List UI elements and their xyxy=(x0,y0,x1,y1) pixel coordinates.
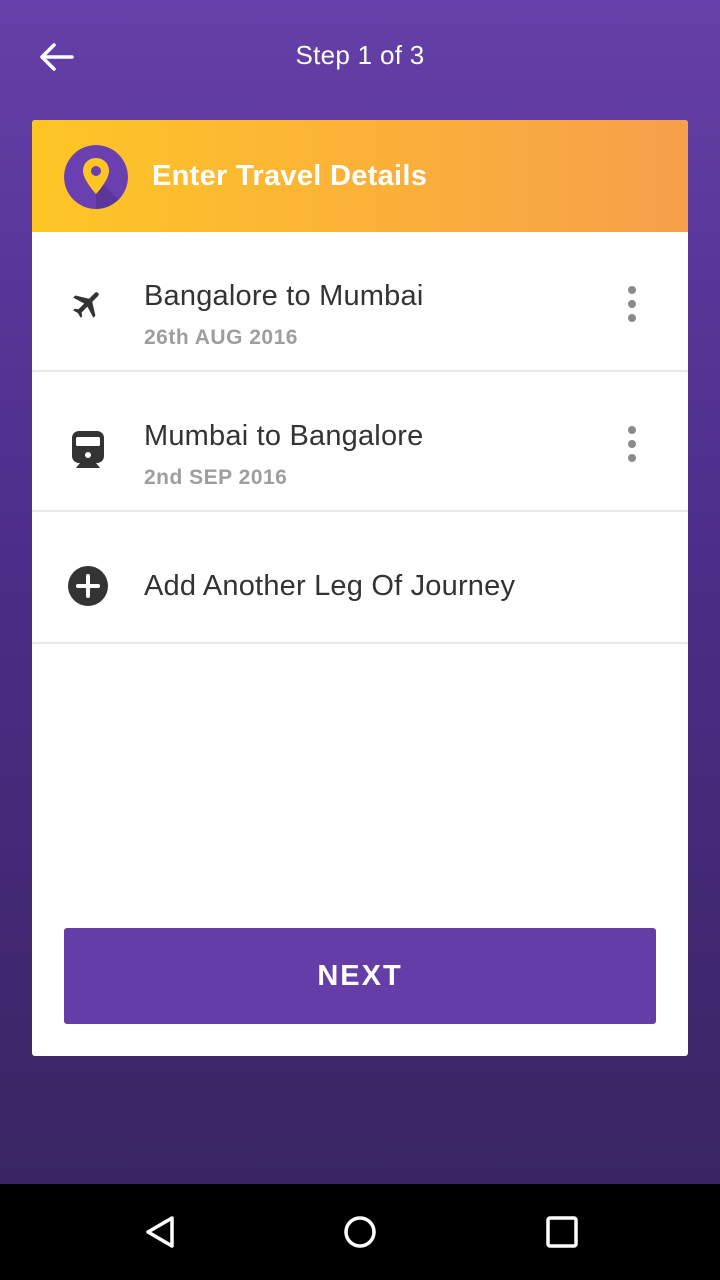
app-screen: Step 1 of 3 Enter Travel Details Bangalo… xyxy=(0,0,720,1184)
circle-home-icon xyxy=(344,1216,376,1248)
card-title: Enter Travel Details xyxy=(152,160,428,192)
leg-date: 2nd SEP 2016 xyxy=(144,466,288,489)
leg-route: Bangalore to Mumbai xyxy=(144,280,424,312)
nav-home-button[interactable] xyxy=(336,1208,384,1256)
nav-back-button[interactable] xyxy=(136,1208,184,1256)
more-options-icon[interactable] xyxy=(616,280,648,328)
airplane-icon xyxy=(68,284,108,324)
card-header: Enter Travel Details xyxy=(32,120,688,232)
leg-route: Mumbai to Bangalore xyxy=(144,420,424,452)
add-leg-row[interactable]: Add Another Leg Of Journey xyxy=(32,528,688,644)
more-options-icon[interactable] xyxy=(616,420,648,468)
next-button[interactable]: NEXT xyxy=(64,928,656,1024)
journey-leg-row[interactable]: Mumbai to Bangalore 2nd SEP 2016 xyxy=(32,372,688,512)
system-nav-bar xyxy=(0,1184,720,1280)
travel-details-card: Enter Travel Details Bangalore to Mumbai… xyxy=(32,120,688,1056)
train-icon xyxy=(68,430,108,470)
step-indicator: Step 1 of 3 xyxy=(295,40,425,70)
square-recents-icon xyxy=(546,1216,578,1248)
nav-recents-button[interactable] xyxy=(538,1208,586,1256)
top-bar: Step 1 of 3 xyxy=(0,0,720,118)
location-pin-icon xyxy=(64,145,128,209)
plus-circle-icon xyxy=(68,566,108,606)
triangle-back-icon xyxy=(146,1216,174,1248)
add-leg-label: Add Another Leg Of Journey xyxy=(144,570,516,602)
leg-date: 26th AUG 2016 xyxy=(144,326,298,349)
journey-leg-row[interactable]: Bangalore to Mumbai 26th AUG 2016 xyxy=(32,232,688,372)
